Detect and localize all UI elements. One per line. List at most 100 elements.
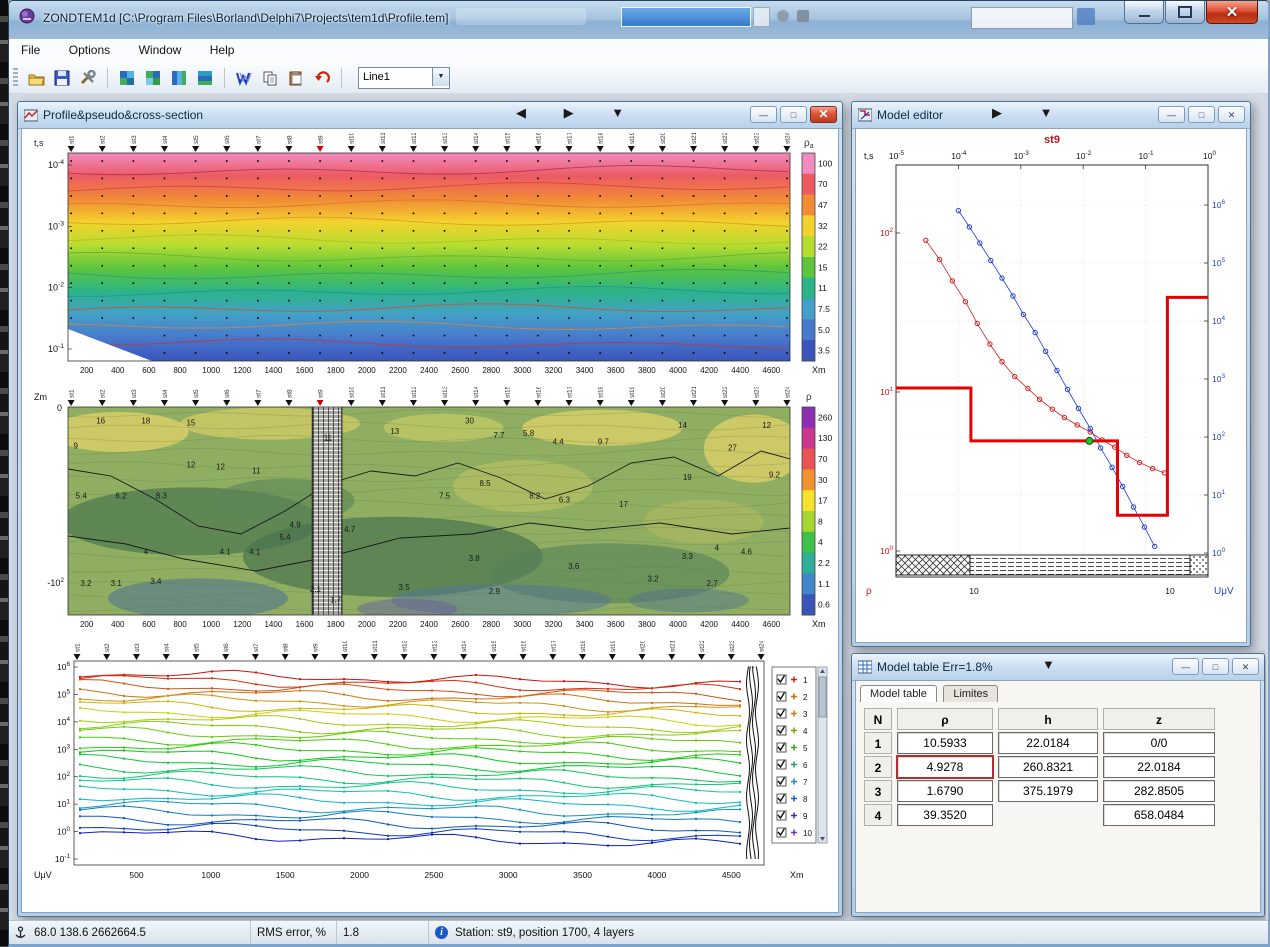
cross-section-view-icon[interactable]: [141, 67, 165, 89]
svg-text:ρ: ρ: [866, 586, 872, 597]
next-station-button[interactable]: ▶: [564, 105, 574, 120]
menu-help[interactable]: Help: [198, 39, 247, 57]
svg-text:100: 100: [880, 545, 893, 556]
model-view-icon[interactable]: [193, 67, 217, 89]
chevron-down-icon[interactable]: ▼: [432, 68, 449, 86]
svg-text:6.2: 6.2: [115, 492, 127, 501]
svg-text:4.9: 4.9: [290, 521, 302, 530]
svg-text:5.4: 5.4: [280, 533, 292, 542]
svg-text:st22: st22: [722, 387, 729, 398]
table-cell-z-4[interactable]: 658.0484: [1103, 804, 1215, 826]
profile-close-button[interactable]: ✕: [810, 106, 837, 123]
tab-model-table[interactable]: Model table: [860, 685, 937, 702]
svg-text:3200: 3200: [545, 366, 563, 375]
station-dropdown-button[interactable]: ▼: [611, 105, 624, 120]
svg-text:7.5: 7.5: [818, 304, 830, 314]
close-button[interactable]: ✕: [1206, 1, 1258, 24]
minimize-button[interactable]: [1124, 1, 1164, 24]
station-curves-plot[interactable]: st1st2st3st4st5st6st7st8st9st10st11st12s…: [26, 641, 838, 907]
model-editor-titlebar[interactable]: Model editor ▶ ▼ — □ ✕: [852, 102, 1250, 129]
svg-text:100: 100: [1212, 547, 1225, 558]
svg-text:8: 8: [803, 795, 808, 804]
model-table: N ρ h z 1 10.5933 22.0184 0/0 2 4.9278 2…: [864, 707, 1215, 827]
next-model-button[interactable]: ▶: [992, 105, 1002, 120]
menu-file[interactable]: File: [9, 39, 52, 57]
menu-window[interactable]: Window: [127, 39, 194, 57]
table-cell-rho-1[interactable]: 10.5933: [897, 732, 993, 754]
svg-text:10-1: 10-1: [55, 853, 71, 864]
model-editor-plot[interactable]: st9t,s10-510-410-310-210-110010210110010…: [856, 129, 1247, 641]
status-anchor-icon: [15, 926, 26, 939]
svg-text:30: 30: [818, 475, 828, 485]
table-cell-rho-3[interactable]: 1.6790: [897, 780, 993, 802]
svg-text:st19: st19: [629, 133, 636, 144]
toolbar-grip[interactable]: [13, 68, 18, 88]
svg-text:3400: 3400: [576, 620, 594, 629]
svg-text:3000: 3000: [513, 620, 531, 629]
svg-text:4.1: 4.1: [249, 548, 261, 557]
open-file-icon[interactable]: [24, 67, 48, 89]
model-node[interactable]: [1086, 437, 1093, 444]
svg-text:st13: st13: [431, 641, 438, 652]
svg-text:1800: 1800: [327, 366, 345, 375]
table-dropdown-button[interactable]: ▼: [1042, 657, 1055, 672]
save-icon[interactable]: [50, 67, 74, 89]
table-cell-rho-2-selected[interactable]: 4.9278: [897, 756, 993, 778]
model-dropdown-button[interactable]: ▼: [1040, 105, 1053, 120]
svg-text:1800: 1800: [327, 620, 345, 629]
profile-maximize-button[interactable]: □: [780, 106, 807, 123]
paste-icon[interactable]: [284, 67, 308, 89]
svg-text:st23: st23: [753, 133, 760, 144]
svg-text:3.2: 3.2: [80, 579, 92, 588]
editor-close-button[interactable]: ✕: [1218, 106, 1245, 123]
station-markers[interactable]: st1st2st3st4st5st6st7st8st9st10st11st12s…: [73, 641, 765, 660]
wavelet-icon[interactable]: [232, 67, 256, 89]
pseudosection-view-icon[interactable]: [115, 67, 139, 89]
table-maximize-button[interactable]: □: [1202, 658, 1229, 675]
svg-text:10-1: 10-1: [1138, 150, 1154, 161]
profile-minimize-button[interactable]: —: [750, 106, 777, 123]
model-table-titlebar[interactable]: Model table Err=1.8% ▼ — □ ✕: [852, 654, 1264, 681]
svg-text:4000: 4000: [669, 366, 687, 375]
menu-options[interactable]: Options: [57, 39, 122, 57]
table-minimize-button[interactable]: —: [1172, 658, 1199, 675]
table-cell-h-1[interactable]: 22.0184: [998, 732, 1098, 754]
maximize-button[interactable]: [1165, 1, 1205, 24]
station-markers[interactable]: st1st2st3st4st5st6st7st8st9st10st11st12s…: [68, 133, 792, 152]
table-cell-z-3[interactable]: 282.8505: [1103, 780, 1215, 802]
svg-text:12: 12: [216, 462, 225, 471]
svg-text:10-5: 10-5: [889, 150, 905, 161]
curve-legend[interactable]: 12345678910: [772, 667, 816, 843]
svg-text:st15: st15: [491, 641, 498, 652]
settings-icon[interactable]: [76, 67, 100, 89]
title-bar[interactable]: ZONDTEM1d [C:\Program Files\Borland\Delp…: [9, 1, 1268, 40]
editor-maximize-button[interactable]: □: [1188, 106, 1215, 123]
table-cell-h-3[interactable]: 375.1979: [998, 780, 1098, 802]
table-cell-z-2[interactable]: 22.0184: [1103, 756, 1215, 778]
svg-text:30: 30: [465, 417, 474, 426]
prev-station-button[interactable]: ◀: [516, 105, 526, 120]
undo-icon[interactable]: [310, 67, 334, 89]
profile-view-icon[interactable]: [167, 67, 191, 89]
model-staircase[interactable]: [896, 297, 1208, 515]
table-cell-z-1[interactable]: 0/0: [1103, 732, 1215, 754]
profile-window-titlebar[interactable]: Profile&pseudo&cross-section ◀ ▶ ▼ — □ ✕: [18, 102, 842, 129]
editor-minimize-button[interactable]: —: [1158, 106, 1185, 123]
svg-text:st16: st16: [521, 641, 528, 652]
copy-icon[interactable]: [258, 67, 282, 89]
table-cell-rho-4[interactable]: 39.3520: [897, 804, 993, 826]
svg-text:70: 70: [818, 454, 828, 464]
mdi-area: Profile&pseudo&cross-section ◀ ▶ ▼ — □ ✕…: [11, 93, 1266, 921]
station-markers[interactable]: st1st2st3st4st5st6st7st8st9st10st11st12s…: [68, 387, 792, 406]
svg-text:st8: st8: [286, 135, 293, 144]
svg-text:103: 103: [1212, 373, 1225, 384]
tab-limites[interactable]: Limites: [943, 685, 998, 702]
svg-text:st17: st17: [550, 641, 557, 652]
table-close-button[interactable]: ✕: [1232, 658, 1259, 675]
svg-text:st24: st24: [784, 133, 791, 144]
svg-text:st12: st12: [411, 387, 418, 398]
table-cell-h-2[interactable]: 260.8321: [998, 756, 1098, 778]
line-selector[interactable]: Line1 ▼: [358, 67, 450, 89]
pseudosection-plot[interactable]: st1st2st3st4st5st6st7st8st9st10st11st12s…: [26, 133, 838, 385]
cross-section-plot[interactable]: 161815912111113307.75.84.49.71412279.219…: [26, 387, 838, 639]
